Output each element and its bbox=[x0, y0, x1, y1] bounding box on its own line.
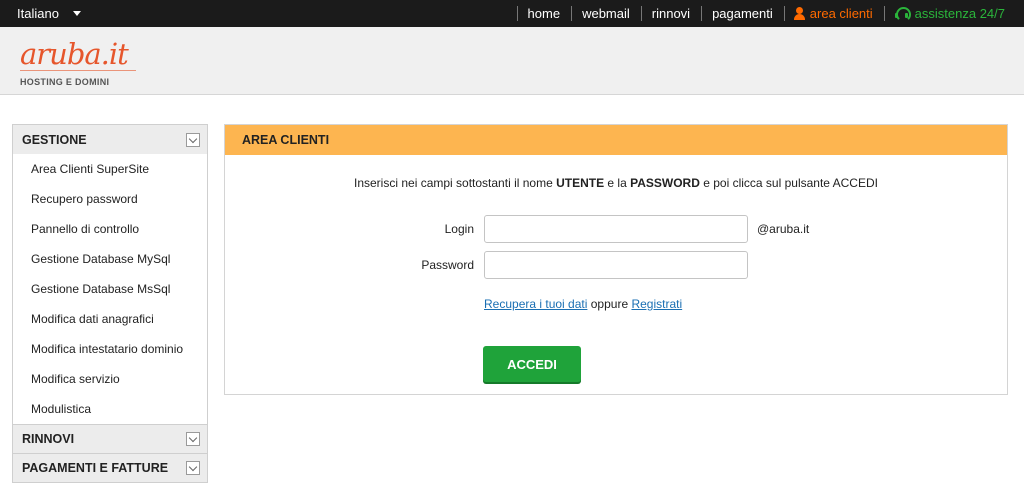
caret-down-icon bbox=[72, 11, 81, 16]
sidebar-item-modifica-servizio[interactable]: Modifica servizio bbox=[13, 364, 207, 394]
nav-webmail[interactable]: webmail bbox=[571, 0, 641, 27]
register-link[interactable]: Registrati bbox=[631, 297, 682, 311]
sidebar-item-database-mysql[interactable]: Gestione Database MySql bbox=[13, 244, 207, 274]
sidebar-item-area-clienti-supersite[interactable]: Area Clienti SuperSite bbox=[13, 154, 207, 184]
instructions-password: PASSWORD bbox=[630, 176, 700, 190]
login-input[interactable] bbox=[484, 215, 748, 243]
top-bar: Italiano home webmail rinnovi pagamenti … bbox=[0, 0, 1024, 27]
site-header: aruba.it HOSTING E DOMINI bbox=[0, 27, 1024, 95]
login-label: Login bbox=[444, 222, 474, 236]
sidebar-section-gestione[interactable]: GESTIONE bbox=[13, 125, 207, 154]
user-icon bbox=[793, 7, 805, 20]
top-nav: home webmail rinnovi pagamenti area clie… bbox=[516, 0, 1024, 27]
sidebar-item-recupero-password[interactable]: Recupero password bbox=[13, 184, 207, 214]
headset-icon bbox=[894, 7, 911, 22]
language-selector[interactable]: Italiano bbox=[17, 0, 81, 27]
chevron-down-icon[interactable] bbox=[186, 432, 200, 446]
instructions-part: e la bbox=[604, 176, 631, 190]
sidebar-section-rinnovi[interactable]: RINNOVI bbox=[13, 424, 207, 453]
instructions-text: Inserisci nei campi sottostanti il nome … bbox=[225, 176, 1007, 190]
recover-data-link[interactable]: Recupera i tuoi dati bbox=[484, 297, 587, 311]
sidebar-item-pannello-controllo[interactable]: Pannello di controllo bbox=[13, 214, 207, 244]
login-panel: AREA CLIENTI Inserisci nei campi sottost… bbox=[224, 124, 1008, 395]
login-domain-suffix: @aruba.it bbox=[757, 222, 810, 236]
sidebar-item-intestatario-dominio[interactable]: Modifica intestatario dominio bbox=[13, 334, 207, 364]
sidebar-section-label: GESTIONE bbox=[22, 132, 87, 147]
sidebar-item-dati-anagrafici[interactable]: Modifica dati anagrafici bbox=[13, 304, 207, 334]
aruba-logo[interactable]: aruba.it HOSTING E DOMINI bbox=[20, 39, 138, 89]
nav-home[interactable]: home bbox=[516, 0, 572, 27]
sidebar-section-label: RINNOVI bbox=[22, 432, 75, 446]
instructions-part: Inserisci nei campi sottostanti il nome bbox=[354, 176, 557, 190]
panel-title: AREA CLIENTI bbox=[225, 125, 1007, 155]
logo-subtitle: HOSTING E DOMINI bbox=[20, 77, 110, 87]
account-links: Recupera i tuoi dati oppure Registrati bbox=[484, 297, 682, 311]
nav-area-clienti-label: area clienti bbox=[809, 6, 873, 21]
sidebar-section-pagamenti[interactable]: PAGAMENTI E FATTURE bbox=[13, 453, 207, 482]
sidebar-section-label: PAGAMENTI E FATTURE bbox=[22, 461, 169, 475]
chevron-down-icon[interactable] bbox=[186, 132, 200, 147]
nav-assistenza-label: assistenza 24/7 bbox=[914, 6, 1005, 21]
nav-rinnovi[interactable]: rinnovi bbox=[640, 0, 701, 27]
sidebar-menu: Area Clienti SuperSite Recupero password… bbox=[13, 154, 207, 424]
instructions-utente: UTENTE bbox=[556, 176, 605, 190]
or-text: oppure bbox=[590, 297, 629, 311]
language-label: Italiano bbox=[17, 6, 59, 21]
logo-divider bbox=[20, 70, 136, 71]
nav-assistenza[interactable]: assistenza 24/7 bbox=[883, 0, 1024, 27]
sidebar-item-database-mssql[interactable]: Gestione Database MsSql bbox=[13, 274, 207, 304]
chevron-down-icon[interactable] bbox=[186, 461, 200, 475]
sidebar: GESTIONE Area Clienti SuperSite Recupero… bbox=[12, 124, 208, 483]
password-input[interactable] bbox=[484, 251, 748, 279]
nav-area-clienti[interactable]: area clienti bbox=[783, 0, 884, 27]
nav-pagamenti[interactable]: pagamenti bbox=[701, 0, 784, 27]
sidebar-item-modulistica[interactable]: Modulistica bbox=[13, 394, 207, 424]
accedi-button[interactable]: ACCEDI bbox=[483, 346, 581, 382]
instructions-part: e poi clicca sul pulsante ACCEDI bbox=[699, 176, 878, 190]
logo-wordmark: aruba.it bbox=[20, 37, 129, 71]
password-label: Password bbox=[421, 258, 474, 272]
